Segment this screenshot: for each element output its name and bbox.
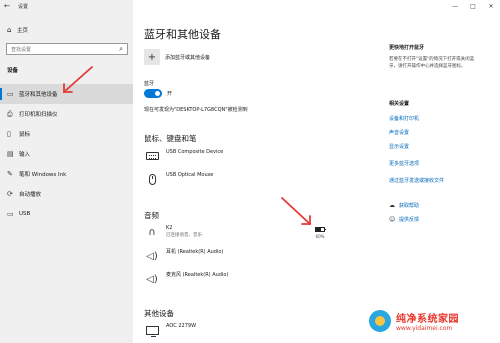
- device-name: 耳机 (Realtek(R) Audio): [166, 249, 224, 255]
- watermark: 纯净系统家园 www.yidaimei.com: [369, 298, 500, 343]
- printer-icon: ⎙: [7, 109, 13, 118]
- mouse-icon: ▯: [7, 130, 11, 138]
- page-title: 蓝牙和其他设备: [144, 28, 221, 41]
- battery-indicator: 60%: [315, 227, 326, 239]
- watermark-logo-icon: [369, 309, 391, 332]
- sidebar-item-label: 鼠标: [19, 132, 31, 138]
- home-icon: ⌂: [7, 26, 12, 34]
- keyboard-icon: [144, 149, 160, 163]
- faster-bluetooth-text: 若要在不打开"设置"的情况下打开或关闭蓝牙，请打开操作中心并选择蓝牙图标。: [389, 57, 475, 69]
- sidebar-item-label: 输入: [19, 152, 31, 158]
- faster-bluetooth-heading: 更快地打开蓝牙: [389, 45, 425, 51]
- pen-icon: ✎: [7, 170, 13, 178]
- bluetooth-toggle-row: 开: [144, 89, 172, 98]
- title-bar-left: ← 设置: [0, 0, 133, 12]
- device-status: 已连接语音、音乐: [166, 233, 202, 238]
- speaker-icon: ◁): [146, 273, 158, 285]
- home-nav[interactable]: ⌂ 主页: [7, 26, 28, 34]
- mouse-icon: [144, 172, 160, 186]
- sidebar-item-label: 自动播放: [19, 192, 42, 198]
- title-bar: ← 设置 — □ ✕: [0, 0, 500, 12]
- sidebar-item-label: 蓝牙和其他设备: [19, 92, 58, 98]
- add-device-button[interactable]: + 添加蓝牙或其他设备: [144, 49, 210, 65]
- bluetooth-label: 蓝牙: [144, 81, 155, 87]
- device-headphones[interactable]: ◁) 耳机 (Realtek(R) Audio): [144, 249, 223, 263]
- device-name: USB Composite Device: [166, 149, 224, 155]
- device-monitor[interactable]: AOC 2279W: [144, 323, 196, 337]
- plus-icon: +: [144, 49, 160, 65]
- device-name: 麦克风 (Realtek(R) Audio): [166, 272, 229, 278]
- window-controls: — □ ✕: [446, 0, 500, 12]
- link-more-bluetooth-options[interactable]: 更多蓝牙选项: [389, 160, 419, 167]
- feedback-label: 提供反馈: [399, 217, 420, 223]
- sidebar: ⌂ 主页 查找设置 ⌕ 设备 ▭ 蓝牙和其他设备 ⎙ 打印机和扫描仪 ▯ 鼠标 …: [0, 12, 133, 343]
- back-arrow-icon[interactable]: ←: [4, 2, 14, 10]
- battery-icon: [315, 227, 326, 232]
- search-input[interactable]: 查找设置 ⌕: [6, 43, 128, 55]
- keyboard-icon: ▤: [7, 150, 14, 158]
- bluetooth-toggle-state: 开: [167, 91, 173, 97]
- headset-icon: ∩: [148, 226, 156, 238]
- get-help-link[interactable]: ☁ 获取帮助: [389, 202, 419, 209]
- maximize-button[interactable]: □: [464, 0, 482, 12]
- sidebar-item-label: USB: [19, 211, 31, 217]
- mouse-keyboard-section-title: 鼠标、键盘和笔: [144, 134, 197, 143]
- close-button[interactable]: ✕: [482, 0, 500, 12]
- device-name: AOC 2279W: [166, 323, 197, 329]
- link-sound-settings[interactable]: 声音设置: [389, 129, 409, 136]
- home-label: 主页: [17, 28, 29, 34]
- monitor-icon: [144, 323, 160, 337]
- help-chat-icon: ☁: [389, 202, 395, 209]
- app-title: 设置: [18, 3, 29, 10]
- sidebar-item-pen[interactable]: ✎ 笔和 Windows Ink: [0, 164, 133, 184]
- device-microphone[interactable]: ◁) 麦克风 (Realtek(R) Audio): [144, 272, 228, 286]
- bluetooth-toggle[interactable]: [144, 89, 162, 98]
- autoplay-icon: ⟳: [7, 190, 13, 198]
- speaker-icon: ◁): [146, 250, 158, 262]
- feedback-link[interactable]: ☺ 提供反馈: [389, 216, 419, 223]
- usb-icon: ▭: [7, 210, 14, 218]
- sidebar-item-printers[interactable]: ⎙ 打印机和扫描仪: [0, 104, 133, 124]
- watermark-url: www.yidaimei.com: [396, 324, 453, 332]
- sidebar-item-label: 笔和 Windows Ink: [19, 172, 67, 178]
- main-content: 蓝牙和其他设备 + 添加蓝牙或其他设备 蓝牙 开 现在可发现为"DESKTOP-…: [133, 12, 373, 343]
- device-usb-composite[interactable]: USB Composite Device: [144, 149, 223, 163]
- sidebar-item-mouse[interactable]: ▯ 鼠标: [0, 124, 133, 144]
- device-name: K2: [166, 225, 173, 231]
- link-devices-printers[interactable]: 设备和打印机: [389, 115, 419, 122]
- get-help-label: 获取帮助: [399, 203, 420, 209]
- sidebar-section-label: 设备: [7, 68, 19, 74]
- add-device-label: 添加蓝牙或其他设备: [165, 54, 211, 61]
- minimize-button[interactable]: —: [446, 0, 464, 12]
- sidebar-item-usb[interactable]: ▭ USB: [0, 204, 133, 224]
- audio-section-title: 音频: [144, 211, 159, 220]
- device-name: USB Optical Mouse: [166, 172, 214, 178]
- related-settings-heading: 相关设置: [389, 101, 410, 107]
- watermark-title: 纯净系统家园: [396, 313, 459, 325]
- search-icon: ⌕: [119, 45, 123, 53]
- sidebar-item-autoplay[interactable]: ⟳ 自动播放: [0, 184, 133, 204]
- sidebar-item-bluetooth[interactable]: ▭ 蓝牙和其他设备: [0, 84, 133, 104]
- battery-percent: 60%: [315, 234, 325, 239]
- sidebar-item-typing[interactable]: ▤ 输入: [0, 144, 133, 164]
- discoverable-text: 现在可发现为"DESKTOP-L7G8CQN"被检测到: [144, 107, 248, 113]
- other-section-title: 其他设备: [144, 309, 174, 318]
- feedback-icon: ☺: [389, 216, 396, 223]
- link-send-receive-bluetooth[interactable]: 通过蓝牙发送或接收文件: [389, 177, 444, 184]
- sidebar-item-label: 打印机和扫描仪: [19, 112, 58, 118]
- device-k2[interactable]: ∩ K2 已连接语音、音乐: [144, 225, 202, 239]
- search-placeholder: 查找设置: [11, 46, 32, 53]
- link-display-settings[interactable]: 显示设置: [389, 143, 409, 150]
- device-usb-mouse[interactable]: USB Optical Mouse: [144, 172, 213, 186]
- bluetooth-icon: ▭: [7, 90, 14, 98]
- right-panel: 更快地打开蓝牙 若要在不打开"设置"的情况下打开或关闭蓝牙，请打开操作中心并选择…: [386, 12, 500, 343]
